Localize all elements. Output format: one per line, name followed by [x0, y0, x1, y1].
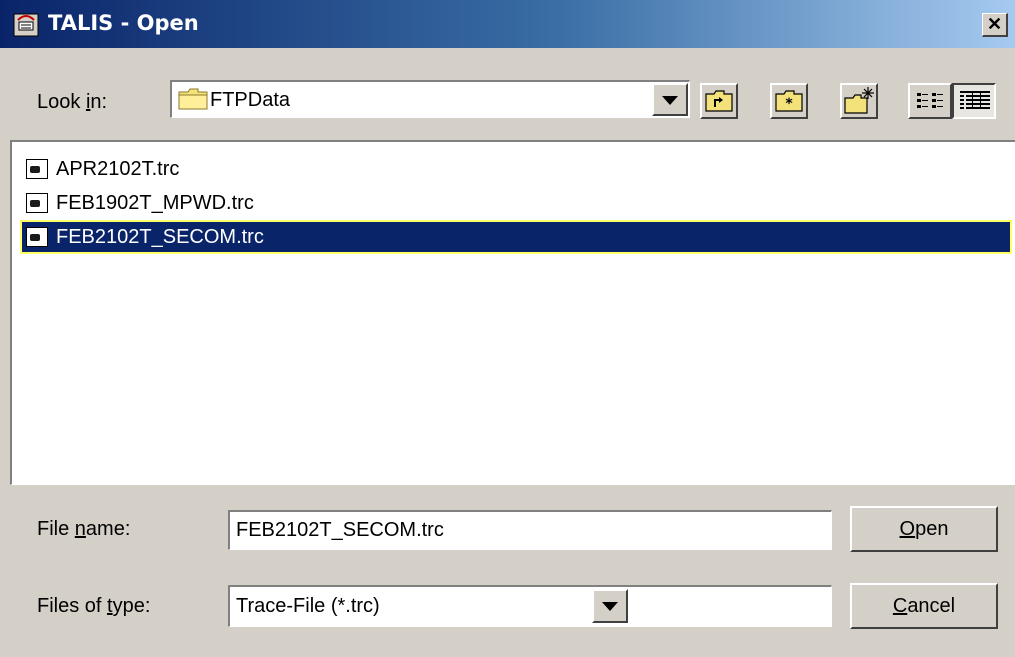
trace-file-icon: [26, 193, 48, 213]
look-in-value: FTPData: [210, 89, 291, 111]
new-folder-button[interactable]: [840, 83, 878, 119]
file-list[interactable]: APR2102T.trc FEB1902T_MPWD.trc FEB2102T_…: [10, 140, 1015, 485]
list-view-button[interactable]: [908, 83, 952, 119]
folder-up-icon: [705, 90, 733, 112]
file-item-label: FEB2102T_SECOM.trc: [56, 226, 264, 248]
look-in-combobox[interactable]: FTPData: [170, 80, 690, 118]
look-in-dropdown-button[interactable]: [652, 83, 688, 116]
look-in-label: Look in:: [37, 91, 108, 113]
details-view-button[interactable]: [952, 83, 996, 119]
chevron-down-icon: [602, 602, 618, 611]
window-title: TALIS - Open: [48, 11, 199, 35]
file-type-label: Files of type:: [37, 595, 151, 617]
home-folder-icon: *: [775, 90, 803, 112]
file-item[interactable]: FEB1902T_MPWD.trc: [22, 186, 1014, 220]
trace-file-icon: [26, 227, 48, 247]
file-item-label: FEB1902T_MPWD.trc: [56, 192, 254, 214]
up-one-level-button[interactable]: [700, 83, 738, 119]
home-folder-button[interactable]: *: [770, 83, 808, 119]
title-bar[interactable]: TALIS - Open ✕: [0, 0, 1015, 48]
file-item-selected[interactable]: FEB2102T_SECOM.trc: [20, 220, 1012, 254]
chevron-down-icon: [662, 95, 678, 105]
trace-file-icon: [26, 159, 48, 179]
file-type-combobox[interactable]: Trace-File (*.trc): [228, 585, 832, 627]
folder-icon: [178, 87, 208, 111]
close-icon: ✕: [986, 14, 1003, 34]
open-button[interactable]: Open: [850, 506, 998, 552]
cancel-button[interactable]: Cancel: [850, 583, 998, 629]
file-type-dropdown-button[interactable]: [592, 589, 628, 623]
file-item[interactable]: APR2102T.trc: [22, 152, 1014, 186]
app-icon: [12, 10, 40, 38]
close-button[interactable]: ✕: [982, 13, 1008, 37]
file-type-value: Trace-File (*.trc): [236, 595, 380, 617]
details-view-icon: [960, 91, 990, 109]
file-name-label: File name:: [37, 518, 131, 540]
list-view-icon: [917, 93, 943, 108]
file-name-input[interactable]: [228, 510, 832, 550]
svg-text:*: *: [785, 96, 793, 112]
new-folder-icon: [844, 87, 874, 114]
file-item-label: APR2102T.trc: [56, 158, 180, 180]
